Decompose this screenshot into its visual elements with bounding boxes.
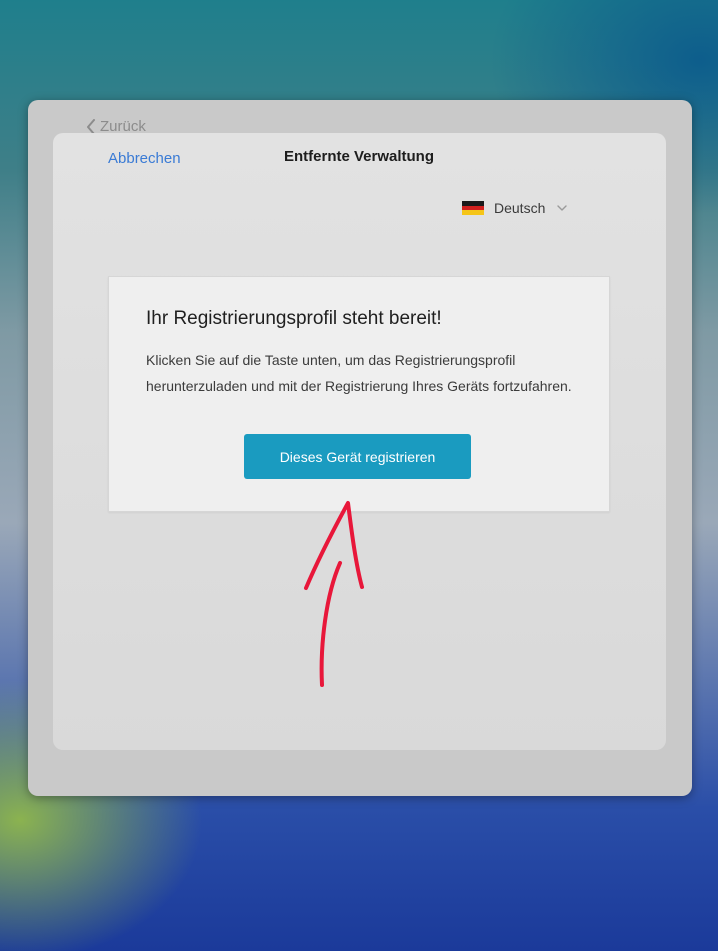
card-title: Ihr Registrierungsprofil steht bereit! <box>146 308 442 329</box>
page-title: Entfernte Verwaltung <box>283 148 435 165</box>
chevron-down-icon <box>557 204 568 211</box>
language-selector[interactable]: Deutsch <box>462 200 568 216</box>
card-description: Klicken Sie auf die Taste unten, um das … <box>146 352 572 394</box>
language-label: Deutsch <box>494 200 546 216</box>
red-arrow-annotation <box>304 501 364 687</box>
register-device-button[interactable]: Dieses Gerät registrieren <box>244 434 471 479</box>
flag-de-icon <box>462 201 484 216</box>
